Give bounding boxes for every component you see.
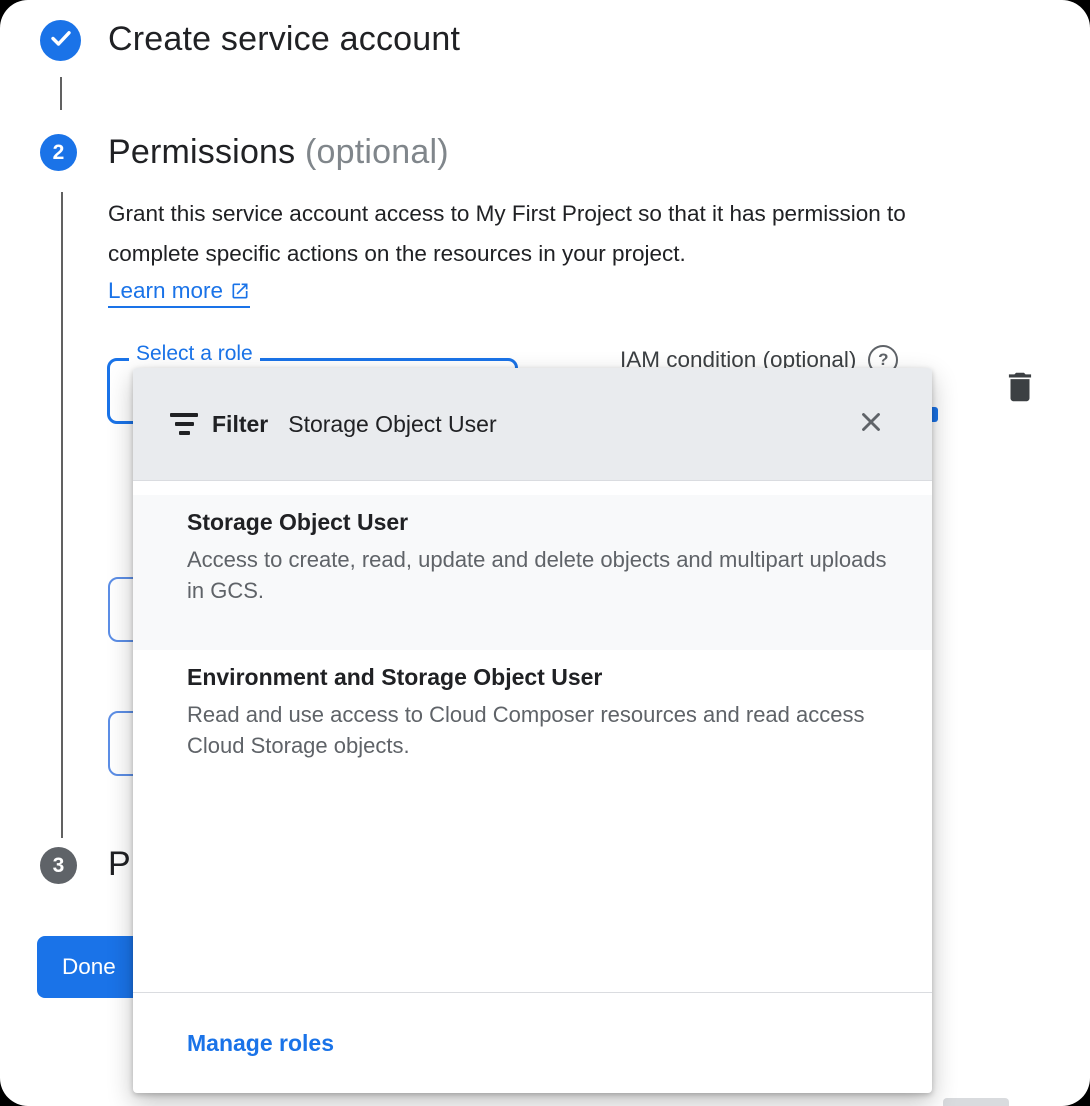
check-icon (49, 26, 73, 56)
create-service-account-dialog: Create service account 2 Permissions (op… (0, 0, 1090, 1106)
filter-query-value[interactable]: Storage Object User (288, 411, 496, 438)
role-select-label: Select a role (129, 342, 260, 366)
role-result-environment-storage-object-user[interactable]: Environment and Storage Object User Read… (133, 650, 932, 805)
step-2-indicator: 2 (40, 134, 77, 171)
role-picker-dropdown: Filter Storage Object User Storage Objec… (133, 368, 932, 1093)
clear-filter-button[interactable] (856, 407, 886, 442)
external-link-icon (230, 281, 250, 301)
delete-role-row-button[interactable] (1001, 367, 1039, 412)
step-2-number: 2 (53, 141, 65, 165)
manage-roles-link[interactable]: Manage roles (187, 1030, 334, 1057)
offscreen-element-edge (943, 1098, 1009, 1106)
step-1-title: Create service account (108, 20, 460, 59)
step-2-title-optional: (optional) (305, 133, 449, 171)
step-3-title-partial: P (108, 845, 131, 884)
role-result-storage-object-user[interactable]: Storage Object User Access to create, re… (133, 495, 932, 650)
permissions-description: Grant this service account access to My … (108, 194, 956, 274)
step-3-number: 3 (53, 854, 65, 878)
role-results-list: Storage Object User Access to create, re… (133, 481, 932, 805)
learn-more-label: Learn more (108, 278, 223, 304)
role-result-title: Storage Object User (187, 509, 892, 536)
role-result-title: Environment and Storage Object User (187, 664, 892, 691)
step-2-title: Permissions (optional) (108, 133, 449, 172)
stepper-connector-middle (61, 192, 63, 838)
learn-more-link[interactable]: Learn more (108, 278, 250, 308)
filter-icon (170, 413, 198, 435)
close-icon (856, 407, 886, 442)
step-1-complete-indicator (40, 20, 81, 61)
help-glyph: ? (878, 350, 888, 370)
step-3-indicator: 3 (40, 847, 77, 884)
step-2-title-text: Permissions (108, 133, 295, 171)
role-result-description: Access to create, read, update and delet… (187, 544, 892, 606)
stepper-connector-top (60, 77, 62, 110)
filter-label: Filter (212, 411, 268, 438)
role-picker-footer: Manage roles (133, 992, 932, 1093)
trash-icon (1001, 394, 1039, 411)
role-result-description: Read and use access to Cloud Composer re… (187, 699, 892, 761)
role-filter-bar[interactable]: Filter Storage Object User (133, 368, 932, 481)
